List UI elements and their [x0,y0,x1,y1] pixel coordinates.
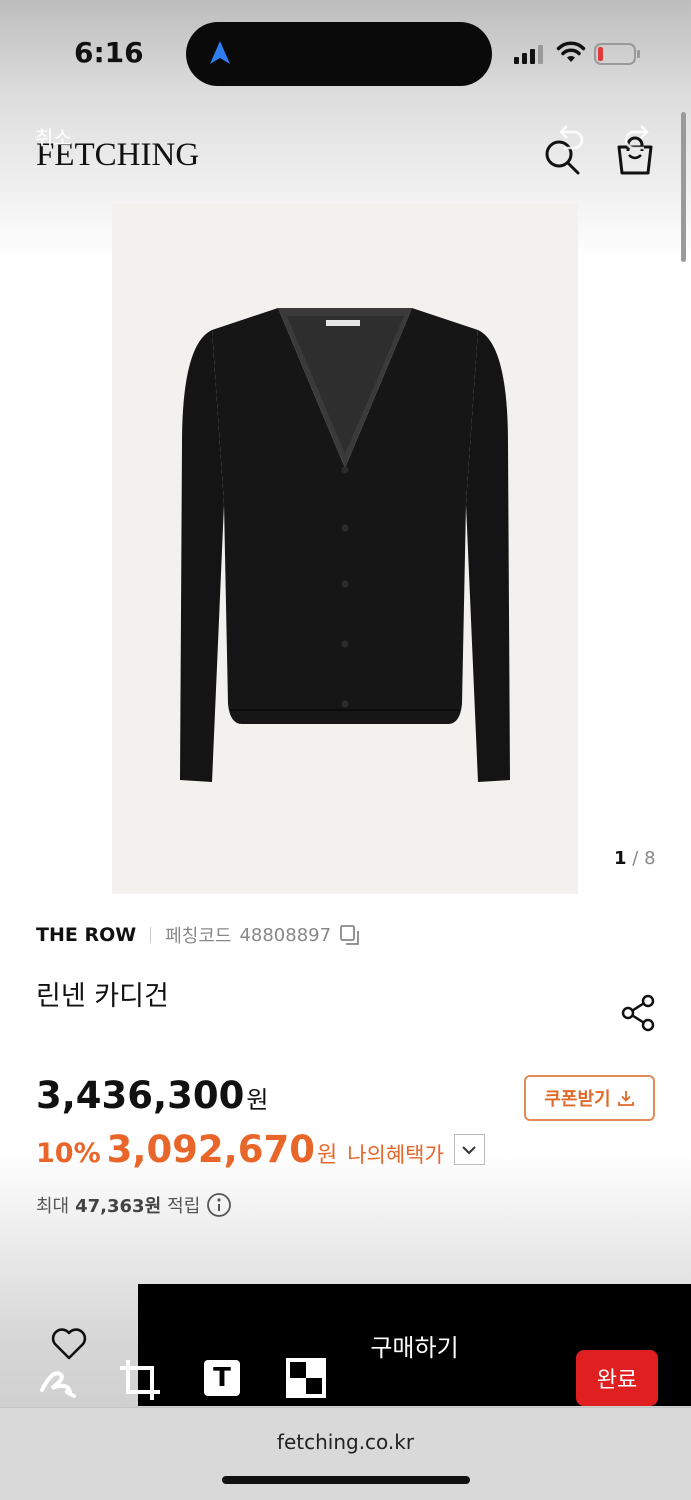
brand-name[interactable]: THE ROW [36,924,136,946]
image-counter-total: 8 [644,848,656,869]
markup-toolbar: T 완료 [0,1350,691,1410]
info-icon[interactable] [206,1192,232,1218]
my-benefit-price-label: 나의혜택가 [347,1143,444,1167]
browser-url-bar[interactable]: fetching.co.kr [0,1407,691,1500]
redo-icon[interactable] [622,120,656,154]
draw-icon[interactable] [38,1360,78,1400]
points-suffix: 적립 [167,1196,201,1217]
download-icon [617,1091,634,1106]
crop-icon[interactable] [118,1358,162,1402]
share-icon[interactable] [620,994,656,1032]
original-price-value: 3,436,300 [36,1074,245,1117]
status-time: 6:16 [74,36,144,69]
divider [150,927,152,943]
points-value: 47,363원 [75,1196,162,1217]
url-text[interactable]: fetching.co.kr [0,1430,691,1454]
sale-price: 3,092,670 [106,1128,315,1171]
chevron-down-icon [462,1145,477,1154]
sale-currency-unit: 원 [316,1143,338,1168]
image-counter-current: 1 [614,848,627,869]
original-price: 3,436,300원 [36,1074,268,1117]
product-image[interactable] [112,204,578,894]
coupon-download-button[interactable]: 쿠폰받기 [524,1075,655,1121]
discount-rate: 10% [36,1138,101,1169]
signal-icon [514,45,543,64]
wifi-icon [556,41,586,62]
text-tool-icon[interactable]: T [204,1360,240,1396]
image-counter: 1 / 8 [614,848,656,869]
currency-unit: 원 [246,1086,269,1114]
mosaic-icon[interactable] [286,1358,326,1398]
undo-icon[interactable] [552,120,586,154]
fetching-code-label: 페칭코드 [165,926,232,947]
points-prefix: 최대 [36,1196,70,1217]
location-arrow-icon [210,41,230,64]
scroll-indicator[interactable] [681,112,686,262]
benefit-dropdown-button[interactable] [453,1134,485,1165]
points-row: 최대 47,363원 적립 [36,1192,232,1218]
product-name: 린넨 카디건 [36,981,169,1012]
status-bar: 6:16 [0,0,691,100]
home-indicator[interactable] [222,1476,470,1484]
image-counter-separator: / [632,848,639,869]
battery-icon [594,43,640,65]
coupon-label: 쿠폰받기 [544,1089,611,1110]
cardigan-image [180,308,510,782]
fetching-code-value: 48808897 [239,924,332,946]
brand-row: THE ROW 페칭코드 48808897 [36,922,361,948]
sale-price-row: 10% 3,092,670 원 나의혜택가 [36,1128,485,1171]
copy-icon[interactable] [339,924,361,946]
cancel-button[interactable]: 취소 [35,122,72,151]
done-button[interactable]: 완료 [576,1350,658,1406]
